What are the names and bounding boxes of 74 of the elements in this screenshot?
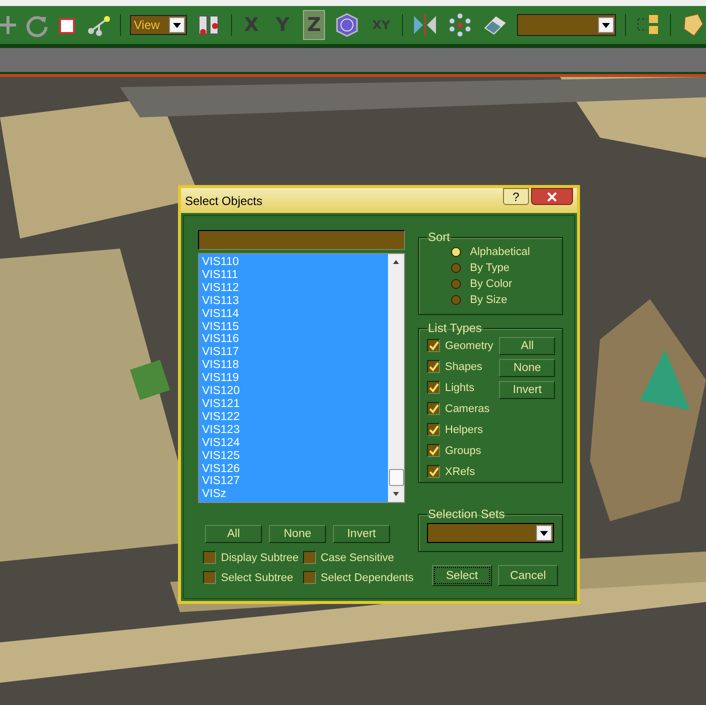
- checkbox-option[interactable]: Select Dependents: [302, 571, 414, 584]
- checkbox-label: Shapes: [445, 360, 482, 372]
- search-field[interactable]: [198, 230, 405, 250]
- checkbox-label: Select Dependents: [320, 572, 414, 584]
- group-title: Sort: [427, 230, 452, 244]
- checkbox-option[interactable]: Case Sensitive: [302, 551, 414, 564]
- checkbox-label: Groups: [445, 444, 482, 456]
- checkbox-label: XRefs: [445, 466, 475, 478]
- checkbox-label: Lights: [445, 382, 474, 394]
- checkbox[interactable]: [427, 381, 440, 394]
- radio-option[interactable]: By Color: [451, 278, 556, 290]
- checkbox[interactable]: [427, 402, 440, 415]
- scrollbar[interactable]: [388, 254, 404, 502]
- type-filter-button[interactable]: All: [499, 337, 556, 355]
- checkbox[interactable]: [302, 571, 316, 584]
- radio-label: By Color: [470, 278, 512, 290]
- group-title: Selection Sets: [427, 507, 506, 521]
- checkbox[interactable]: [203, 571, 216, 584]
- list-button[interactable]: All: [205, 525, 262, 543]
- checkbox[interactable]: [427, 360, 440, 373]
- checkbox-option[interactable]: XRefs: [427, 465, 494, 478]
- checkbox-option[interactable]: Geometry: [427, 339, 494, 352]
- type-filter-button[interactable]: None: [499, 359, 556, 377]
- named-selection-dropdown[interactable]: [516, 14, 616, 36]
- nodes-icon[interactable]: [87, 13, 111, 37]
- checkbox-option[interactable]: Shapes: [427, 360, 494, 373]
- pivot-icon[interactable]: [196, 13, 222, 37]
- group-title: List Types: [427, 321, 483, 335]
- array-icon[interactable]: [446, 12, 473, 38]
- scroll-up-icon[interactable]: [393, 260, 399, 264]
- dialog-button[interactable]: Select: [432, 565, 492, 586]
- scale-icon[interactable]: [58, 15, 78, 35]
- checkbox[interactable]: [427, 465, 440, 478]
- close-icon[interactable]: [547, 192, 557, 202]
- radio-option[interactable]: By Size: [451, 294, 556, 306]
- checkbox-label: Helpers: [445, 424, 483, 436]
- checkbox-option[interactable]: Groups: [427, 444, 494, 457]
- help-button[interactable]: ?: [503, 188, 529, 205]
- mirror-icon[interactable]: [412, 12, 438, 38]
- checkbox-option[interactable]: Helpers: [427, 423, 494, 436]
- checkbox-option[interactable]: Select Subtree: [203, 571, 299, 584]
- list-button[interactable]: None: [269, 525, 326, 543]
- radio-button[interactable]: [451, 295, 461, 305]
- scroll-down-icon[interactable]: [393, 492, 399, 496]
- list-button[interactable]: Invert: [333, 525, 390, 543]
- checkbox-option[interactable]: Lights: [427, 381, 494, 394]
- radio-label: By Type: [470, 262, 510, 274]
- checkbox-option[interactable]: Cameras: [427, 402, 494, 415]
- type-filter-button[interactable]: Invert: [499, 381, 556, 399]
- dialog-button[interactable]: Cancel: [498, 565, 558, 586]
- axis-button[interactable]: Z: [302, 10, 326, 40]
- checkbox-option[interactable]: Display Subtree: [203, 551, 299, 564]
- checkbox[interactable]: [427, 444, 440, 457]
- radio-button[interactable]: [451, 247, 461, 257]
- checkbox-label: Case Sensitive: [320, 552, 394, 564]
- selection-sets-dropdown[interactable]: [427, 523, 554, 543]
- checkbox[interactable]: [203, 551, 216, 564]
- dialog-title: Select Objects: [185, 194, 262, 208]
- checkbox-label: Cameras: [445, 402, 490, 414]
- checkbox[interactable]: [302, 551, 316, 564]
- checkbox-label: Display Subtree: [221, 552, 299, 564]
- close-button[interactable]: [531, 188, 573, 205]
- scroll-thumb[interactable]: [388, 469, 404, 486]
- radio-label: Alphabetical: [470, 246, 530, 258]
- checkbox[interactable]: [427, 423, 440, 436]
- radio-label: By Size: [470, 294, 508, 306]
- radio-button[interactable]: [451, 263, 461, 273]
- radio-option[interactable]: By Type: [451, 262, 556, 274]
- checkbox-label: Geometry: [445, 340, 494, 352]
- checkbox[interactable]: [427, 339, 440, 352]
- radio-button[interactable]: [451, 279, 461, 289]
- checkbox-label: Select Subtree: [221, 572, 294, 584]
- radio-option[interactable]: Alphabetical: [451, 246, 556, 258]
- view-dropdown[interactable]: View: [130, 15, 186, 35]
